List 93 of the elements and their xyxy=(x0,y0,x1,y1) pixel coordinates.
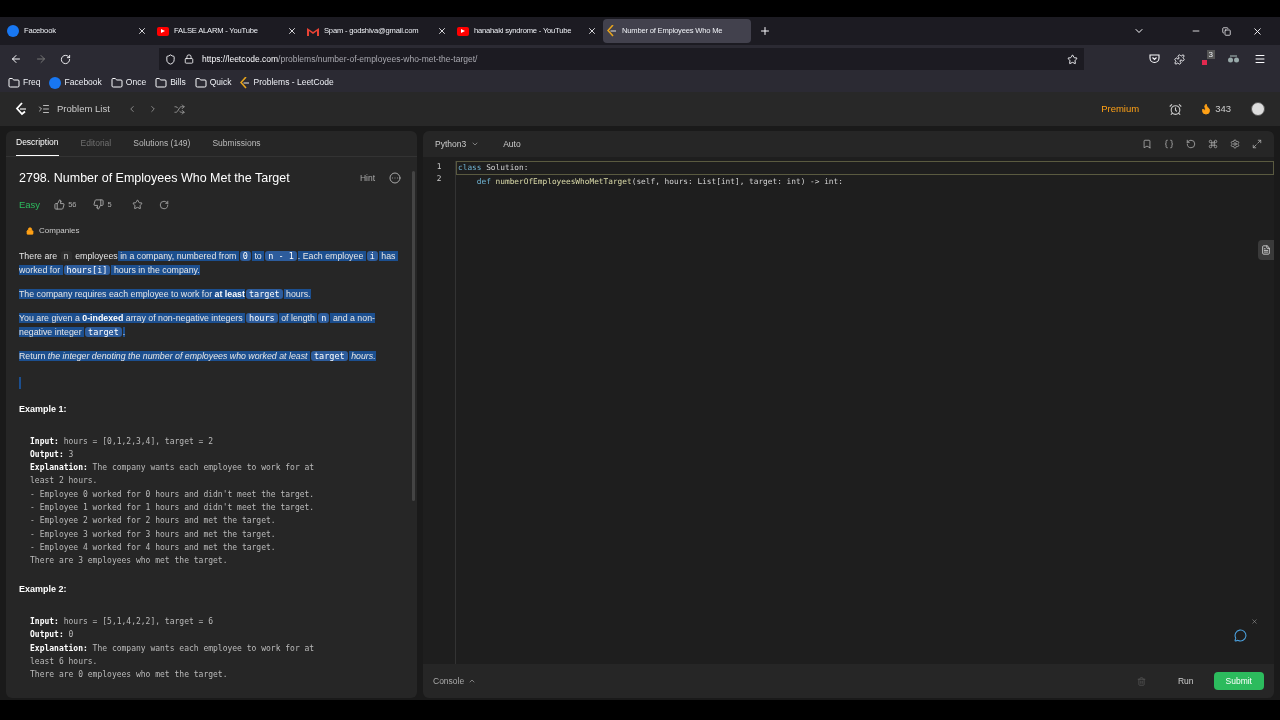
problem-title: 2798. Number of Employees Who Met the Target xyxy=(19,170,291,187)
panel-tab[interactable]: Description xyxy=(16,136,59,156)
close-icon[interactable] xyxy=(287,26,297,36)
language-dropdown[interactable]: Python3 xyxy=(435,137,480,151)
note-icon xyxy=(1261,245,1271,255)
more-icon[interactable] xyxy=(389,172,401,185)
leetcode-logo-icon xyxy=(607,25,617,37)
lock-icon xyxy=(26,227,34,235)
notes-tab[interactable] xyxy=(1258,240,1274,260)
reset-icon[interactable] xyxy=(1186,139,1196,149)
avatar[interactable] xyxy=(1251,102,1265,116)
bookmark-item[interactable]: Facebook xyxy=(49,76,102,89)
pocket-icon[interactable] xyxy=(1149,54,1160,64)
refresh-icon[interactable] xyxy=(158,199,169,210)
new-tab-icon[interactable] xyxy=(759,25,771,37)
settings-icon[interactable] xyxy=(1230,139,1240,149)
description-paragraph: The company requires each employee to work for at least target hours. xyxy=(19,288,312,301)
streak-count: 343 xyxy=(1215,101,1231,116)
hint-button[interactable]: Hint xyxy=(359,172,375,185)
example-line: - Employee 0 worked for 0 hours and didn't meet the target. xyxy=(30,488,316,501)
bookmark-icon[interactable] xyxy=(1142,139,1152,149)
shield-icon xyxy=(165,53,176,65)
example-line: Input: hours = [5,1,4,2,2], target = 6 xyxy=(30,615,215,628)
example-title: Example 2: xyxy=(19,583,68,597)
chat-icon[interactable] xyxy=(1234,629,1247,642)
example-line: Output: 3 xyxy=(30,448,75,461)
close-icon[interactable] xyxy=(437,26,447,36)
flame-icon[interactable] xyxy=(1200,103,1213,115)
folder-icon xyxy=(110,76,123,89)
folder-icon xyxy=(8,76,20,89)
notification-badge: 3 xyxy=(1206,50,1215,59)
console-button[interactable]: Console xyxy=(433,674,477,688)
bookmark-item[interactable]: Freq xyxy=(8,76,41,89)
close-icon[interactable] xyxy=(587,26,597,36)
panel-tab[interactable]: Solutions (149) xyxy=(133,137,191,156)
leetcode-logo-icon xyxy=(240,76,251,89)
bookmark-item[interactable]: Once xyxy=(110,76,147,89)
braces-icon[interactable] xyxy=(1164,139,1174,149)
close-window-icon[interactable] xyxy=(1252,25,1263,37)
example-line: - Employee 4 worked for 4 hours and met the target. xyxy=(30,541,277,554)
difficulty-label: Easy xyxy=(19,197,41,212)
caret-icon xyxy=(471,140,480,148)
example-line: - Employee 3 worked for 3 hours and met the target. xyxy=(30,528,277,541)
example-line: Explanation: The company wants each employee to work for at least 6 hours. xyxy=(30,642,316,668)
extensions-icon[interactable] xyxy=(1174,53,1185,65)
example-title: Example 1: xyxy=(19,403,68,416)
example-line: - Employee 1 worked for 1 hours and didn't meet the target. xyxy=(30,502,316,514)
leetcode-logo-icon[interactable] xyxy=(15,102,27,116)
extension-button[interactable]: 3 xyxy=(1199,50,1215,68)
close-icon[interactable] xyxy=(137,26,147,36)
menu-icon[interactable] xyxy=(1254,53,1266,65)
example-line: - Employee 2 worked for 2 hours and met the target. xyxy=(30,515,277,528)
play-icon xyxy=(457,26,469,36)
expand-icon[interactable] xyxy=(1252,139,1262,149)
play-icon xyxy=(157,26,169,36)
mail-icon xyxy=(307,26,319,36)
description-paragraph: You are given a 0-indexed array of non-negative integers hours of length n and a non-negative integer target . xyxy=(19,312,376,339)
back-icon[interactable] xyxy=(10,53,22,65)
example-line: Output: 0 xyxy=(30,629,75,642)
facebook-icon xyxy=(49,76,62,89)
caret-icon xyxy=(468,677,477,685)
shuffle-icon[interactable] xyxy=(173,103,185,115)
address-field[interactable]: https://leetcode.com/problems/number-of-employees-who-met-the-target/ xyxy=(159,48,1084,70)
star-icon[interactable] xyxy=(131,199,143,211)
problem-list-link[interactable]: Problem List xyxy=(57,101,110,117)
panel-tab[interactable]: Submissions xyxy=(212,137,261,156)
bookmark-star-icon[interactable] xyxy=(1067,53,1078,65)
premium-link[interactable]: Premium xyxy=(1101,101,1140,117)
url-text: https://leetcode.com/problems/number-of-employees-who-met-the-target/ xyxy=(202,52,479,66)
example-line: Input: hours = [0,1,2,3,4], target = 2 xyxy=(30,435,215,448)
description-paragraph: Return the integer denoting the number of employees who worked at least target hours. xyxy=(19,350,377,363)
companies-tag[interactable]: Companies xyxy=(39,225,80,237)
thumbs-up-icon[interactable] xyxy=(54,199,66,211)
mode-label[interactable]: Auto xyxy=(503,137,521,151)
restore-icon[interactable] xyxy=(1222,26,1231,36)
reload-icon[interactable] xyxy=(60,53,71,65)
folder-icon xyxy=(155,76,168,89)
run-button[interactable]: Run xyxy=(1171,674,1200,688)
glasses-icon[interactable] xyxy=(1227,54,1240,64)
bookmark-item[interactable]: Bills xyxy=(155,76,186,89)
example-line: Explanation: The company wants each employee to work for at least 2 hours. xyxy=(30,461,316,488)
folder-icon xyxy=(194,76,207,89)
bookmark-item[interactable]: Problems - LeetCode xyxy=(240,76,334,89)
thumbs-down-icon[interactable] xyxy=(93,199,105,211)
example-line: There are 3 employees who met the target. xyxy=(30,555,229,568)
bookmark-item[interactable]: Quick xyxy=(194,76,232,89)
lock-icon xyxy=(184,54,194,64)
command-icon[interactable] xyxy=(1208,139,1218,149)
facebook-icon xyxy=(7,25,19,37)
alarm-clock-icon[interactable] xyxy=(1169,102,1183,116)
list-icon[interactable] xyxy=(38,103,50,115)
example-line: There are 0 employees who met the target. xyxy=(30,669,229,682)
description-paragraph: There are n employees in a company, numbered from 0 to n - 1 . Each employee i has worked for hours[i] hours in the company. xyxy=(19,250,399,277)
